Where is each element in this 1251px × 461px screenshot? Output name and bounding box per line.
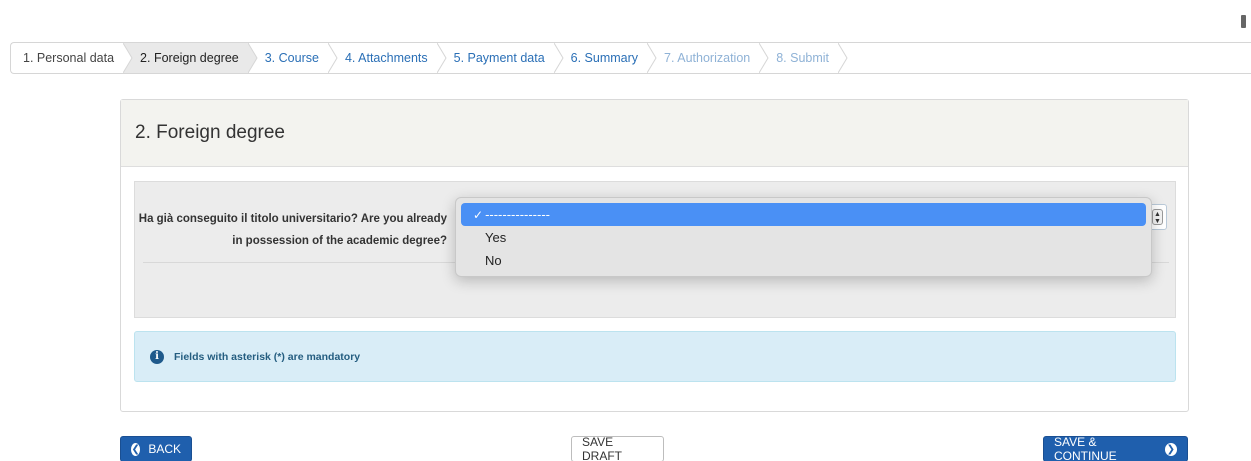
question-label-line1: Ha già conseguito il titolo universitari… bbox=[138, 213, 447, 225]
card-header: 2. Foreign degree bbox=[121, 100, 1188, 167]
option-no[interactable]: No bbox=[461, 249, 1146, 272]
save-continue-button[interactable]: SAVE & CONTINUE ❯ bbox=[1043, 435, 1188, 461]
step-authorization: 7. Authorization bbox=[648, 43, 769, 73]
wizard-stepper: 1. Personal data 2. Foreign degree 3. Co… bbox=[10, 42, 1251, 74]
info-text: Fields with asterisk (*) are mandatory bbox=[174, 350, 361, 363]
step-separator-icon bbox=[327, 43, 338, 73]
option-label: Yes bbox=[485, 230, 507, 245]
degree-question-label: Ha già conseguito il titolo universitari… bbox=[135, 208, 447, 252]
back-label: BACK bbox=[148, 442, 181, 456]
save-draft-button[interactable]: SAVE DRAFT bbox=[571, 435, 664, 461]
step-submit: 8. Submit bbox=[760, 43, 848, 73]
option-label: --------------- bbox=[485, 207, 550, 222]
save-draft-label: SAVE DRAFT bbox=[582, 435, 622, 461]
save-continue-label: SAVE & CONTINUE bbox=[1054, 435, 1117, 461]
step-separator-icon bbox=[436, 43, 447, 73]
step-separator-icon bbox=[123, 43, 133, 73]
step-label: 7. Authorization bbox=[664, 51, 751, 65]
step-foreign-degree[interactable]: 2. Foreign degree bbox=[124, 43, 258, 73]
step-label: 5. Payment data bbox=[453, 51, 545, 65]
step-label: 6. Summary bbox=[570, 51, 639, 65]
step-separator-icon bbox=[759, 43, 769, 73]
step-separator-icon bbox=[247, 43, 258, 73]
step-attachments[interactable]: 4. Attachments bbox=[329, 43, 447, 73]
step-label: 8. Submit bbox=[776, 51, 830, 65]
step-separator-icon bbox=[838, 43, 848, 73]
info-circle-icon: i bbox=[150, 349, 164, 364]
step-separator-icon bbox=[553, 43, 564, 73]
step-label: 3. Course bbox=[264, 51, 319, 65]
step-separator-icon bbox=[647, 43, 657, 73]
mandatory-info-alert: i Fields with asterisk (*) are mandatory bbox=[134, 331, 1176, 382]
step-summary[interactable]: 6. Summary bbox=[555, 43, 657, 73]
arrow-left-circle-icon: ❮ bbox=[131, 442, 141, 456]
select-updown-icon: ▲ ▼ bbox=[1152, 209, 1163, 225]
degree-select-dropdown[interactable]: ✓ --------------- Yes No bbox=[455, 197, 1152, 277]
step-personal-data[interactable]: 1. Personal data bbox=[11, 43, 133, 73]
option-yes[interactable]: Yes bbox=[461, 226, 1146, 249]
step-label: 1. Personal data bbox=[23, 51, 115, 65]
checkmark-icon: ✓ bbox=[473, 207, 484, 222]
step-label: 4. Attachments bbox=[344, 51, 428, 65]
question-label-line2: in possession of the academic degree? bbox=[232, 235, 447, 247]
scrollbar-thumb[interactable] bbox=[1241, 15, 1246, 28]
step-payment-data[interactable]: 5. Payment data bbox=[438, 43, 564, 73]
option-label: No bbox=[485, 253, 502, 268]
arrow-right-circle-icon: ❯ bbox=[1164, 442, 1177, 456]
back-button[interactable]: ❮ BACK bbox=[120, 436, 192, 461]
option-empty[interactable]: ✓ --------------- bbox=[461, 203, 1146, 226]
page-title: 2. Foreign degree bbox=[135, 122, 285, 143]
step-label: 2. Foreign degree bbox=[140, 51, 239, 65]
step-course[interactable]: 3. Course bbox=[249, 43, 338, 73]
